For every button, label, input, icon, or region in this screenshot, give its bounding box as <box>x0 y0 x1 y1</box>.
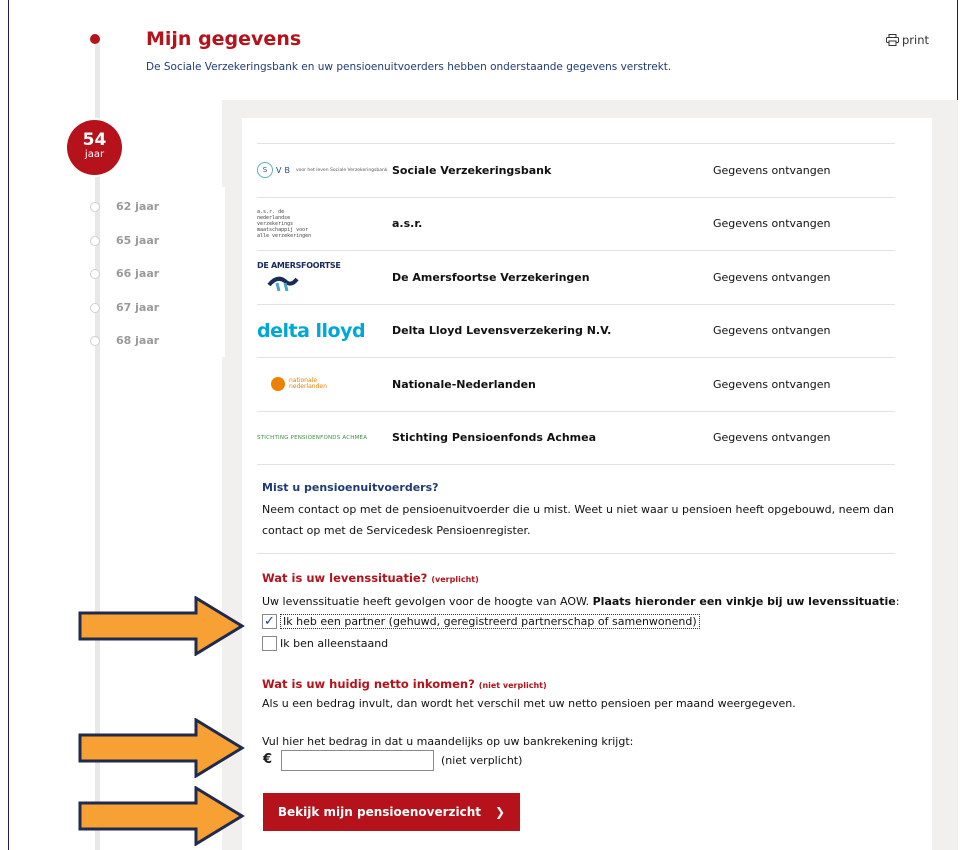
income-description: Als u een bedrag invult, dan wordt het v… <box>262 697 796 710</box>
current-age-badge[interactable]: 54 jaar <box>67 120 122 175</box>
partner-option-label[interactable]: Ik heb een partner (gehuwd, geregistreer… <box>280 614 700 629</box>
timeline-age-label: 62 jaar <box>116 200 160 213</box>
print-label: print <box>902 33 930 47</box>
provider-name: Nationale-Nederlanden <box>392 377 536 391</box>
provider-status: Gegevens ontvangen <box>713 324 831 338</box>
provider-row: delta lloyd Delta Lloyd Levensverzekerin… <box>257 305 895 358</box>
amount-optional-note: (niet verplicht) <box>441 754 523 767</box>
timeline-ring-icon <box>90 336 100 346</box>
delta-lloyd-logo: delta lloyd <box>257 311 392 351</box>
timeline-ring-icon <box>90 302 100 313</box>
achmea-logo: STICHTING PENSIOENFONDS ACHMEA <box>257 418 392 458</box>
section-divider <box>257 553 895 554</box>
current-age-value: 54 <box>82 130 107 150</box>
svb-logo-letter: S <box>257 162 273 179</box>
svb-logo-letter: B <box>284 165 290 175</box>
provider-row: nationale nederlanden Nationale-Nederlan… <box>257 358 895 412</box>
page-subtitle: De Sociale Verzekeringsbank en uw pensio… <box>146 61 672 73</box>
partner-option[interactable]: ✓ Ik heb een partner (gehuwd, geregistre… <box>262 614 700 629</box>
asr-logo-text: a.s.r. de nederlandse verzekerings maats… <box>257 208 312 239</box>
timeline-age-item[interactable]: 67 jaar <box>90 301 159 335</box>
provider-name: Stichting Pensioenfonds Achmea <box>392 431 597 445</box>
single-option[interactable]: Ik ben alleenstaand <box>262 636 388 651</box>
life-situation-heading: Wat is uw levenssituatie? (verplicht) <box>262 571 479 585</box>
optional-marker: (niet verplicht) <box>478 681 547 690</box>
life-situation-text: Uw levenssituatie heeft gevolgen voor de… <box>262 595 593 608</box>
life-situation-colon: : <box>895 595 900 608</box>
print-button[interactable]: print <box>886 33 929 47</box>
timeline-age-item[interactable]: 66 jaar <box>90 267 159 301</box>
achmea-logo-text: STICHTING PENSIOENFONDS ACHMEA <box>257 434 368 441</box>
asr-logo: a.s.r. de nederlandse verzekerings maats… <box>257 204 392 244</box>
missing-providers-text: Neem contact op met de pensioenuitvoerde… <box>262 503 895 537</box>
printer-icon <box>886 34 899 46</box>
timeline-age-label: 67 jaar <box>116 300 160 314</box>
amersfoortse-logo: DE AMERSFOORTSE <box>257 257 392 297</box>
life-situation-instructions: Uw levenssituatie heeft gevolgen voor de… <box>262 595 899 608</box>
annotation-arrow-icon <box>78 596 245 656</box>
single-checkbox[interactable] <box>262 636 277 651</box>
svb-logo-letter: V <box>276 165 282 175</box>
provider-status: Gegevens ontvangen <box>713 431 831 445</box>
nn-logo-text: nationale nederlanden <box>289 377 327 391</box>
life-situation-emphasis: Plaats hieronder een vinkje bij uw leven… <box>592 595 896 608</box>
provider-row: a.s.r. de nederlandse verzekerings maats… <box>257 198 895 251</box>
timeline-ring-icon <box>90 202 100 212</box>
provider-status: Gegevens ontvangen <box>713 163 831 177</box>
timeline-age-item[interactable]: 68 jaar <box>90 334 159 368</box>
svb-logo-tagline: voor het leven Sociale Verzekeringsbank <box>295 167 388 173</box>
provider-status: Gegevens ontvangen <box>713 217 831 231</box>
provider-name: De Amersfoortse Verzekeringen <box>392 270 590 284</box>
provider-row: STICHTING PENSIOENFONDS ACHMEA Stichting… <box>257 412 895 465</box>
amersfoortse-logo-text: DE AMERSFOORTSE <box>257 261 341 271</box>
checkmark-icon: ✓ <box>264 614 275 629</box>
current-age-unit: jaar <box>84 149 105 160</box>
net-income-input[interactable] <box>281 750 434 771</box>
provider-name: Delta Lloyd Levensverzekering N.V. <box>392 324 612 338</box>
single-option-label[interactable]: Ik ben alleenstaand <box>280 637 388 650</box>
annotation-arrow-icon <box>78 718 245 778</box>
cta-label: Bekijk mijn pensioenoverzicht <box>277 805 482 819</box>
chevron-right-icon: ❯ <box>495 805 506 819</box>
nn-lion-icon <box>271 377 285 392</box>
timeline-age-item[interactable]: 62 jaar <box>90 200 159 234</box>
svb-logo: S V B voor het leven Sociale Verzekering… <box>257 150 392 190</box>
timeline-ring-icon <box>90 235 100 246</box>
timeline-start-dot <box>90 34 100 44</box>
income-heading: Wat is uw huidig netto inkomen? (niet ve… <box>262 677 547 691</box>
annotation-arrow-icon <box>78 786 245 846</box>
life-situation-title: Wat is uw levenssituatie? <box>262 571 428 585</box>
euro-symbol: € <box>263 752 273 767</box>
view-pension-overview-button[interactable]: Bekijk mijn pensioenoverzicht ❯ <box>263 793 520 831</box>
required-marker: (verplicht) <box>431 575 479 584</box>
timeline-age-label: 65 jaar <box>116 233 160 247</box>
provider-name: Sociale Verzekeringsbank <box>392 163 552 177</box>
provider-row: S V B voor het leven Sociale Verzekering… <box>257 144 895 198</box>
timeline-ages: 62 jaar 65 jaar 66 jaar 67 jaar 68 jaar <box>90 200 159 368</box>
provider-row: DE AMERSFOORTSE De Amersfoortse Verzeker… <box>257 251 895 305</box>
providers-table: S V B voor het leven Sociale Verzekering… <box>257 143 895 465</box>
provider-status: Gegevens ontvangen <box>713 377 831 391</box>
timeline-ring-icon <box>90 269 100 279</box>
provider-name: a.s.r. <box>392 217 423 231</box>
timeline-age-label: 66 jaar <box>116 267 160 280</box>
timeline-age-label: 68 jaar <box>116 334 160 347</box>
delta-lloyd-logo-text: delta lloyd <box>257 319 366 342</box>
partner-checkbox[interactable]: ✓ <box>262 614 277 629</box>
timeline-age-item[interactable]: 65 jaar <box>90 234 159 268</box>
nn-logo: nationale nederlanden <box>257 364 392 404</box>
amount-label: Vul hier het bedrag in dat u maandelijks… <box>262 735 634 748</box>
income-title: Wat is uw huidig netto inkomen? <box>262 677 475 691</box>
provider-status: Gegevens ontvangen <box>713 270 831 284</box>
page-title: Mijn gegevens <box>146 28 302 50</box>
amersfoortse-emblem-icon <box>267 277 299 292</box>
missing-providers-heading: Mist u pensioenuitvoerders? <box>262 481 439 494</box>
